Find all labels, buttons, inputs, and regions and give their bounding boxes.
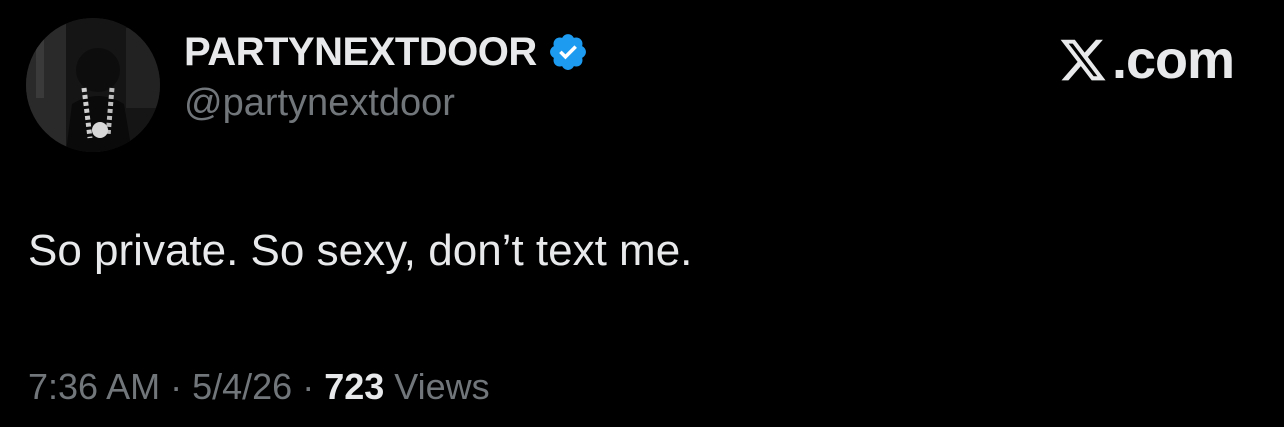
site-domain: .com	[1111, 30, 1235, 90]
x-logo-icon	[1058, 35, 1108, 85]
author-name-row[interactable]: PARTYNEXTDOOR	[184, 28, 589, 76]
meta-separator: ·	[302, 366, 315, 407]
avatar[interactable]	[26, 18, 160, 152]
tweet-card: PARTYNEXTDOOR @partynextdoor .com So pri…	[0, 0, 1284, 427]
meta-separator: ·	[170, 366, 183, 407]
tweet-date[interactable]: 5/4/26	[192, 366, 292, 408]
avatar-image	[26, 18, 160, 152]
author-handle[interactable]: @partynextdoor	[184, 82, 455, 125]
views-label[interactable]: Views	[394, 366, 489, 408]
tweet-text: So private. So sexy, don’t text me.	[28, 226, 693, 275]
tweet-meta: 7:36 AM · 5/4/26 · 723 Views	[28, 366, 490, 408]
views-count[interactable]: 723	[324, 366, 384, 408]
tweet-time[interactable]: 7:36 AM	[28, 366, 160, 408]
verified-badge-icon	[547, 31, 589, 73]
author-display-name[interactable]: PARTYNEXTDOOR	[184, 30, 537, 75]
site-logo: .com	[1058, 30, 1235, 90]
